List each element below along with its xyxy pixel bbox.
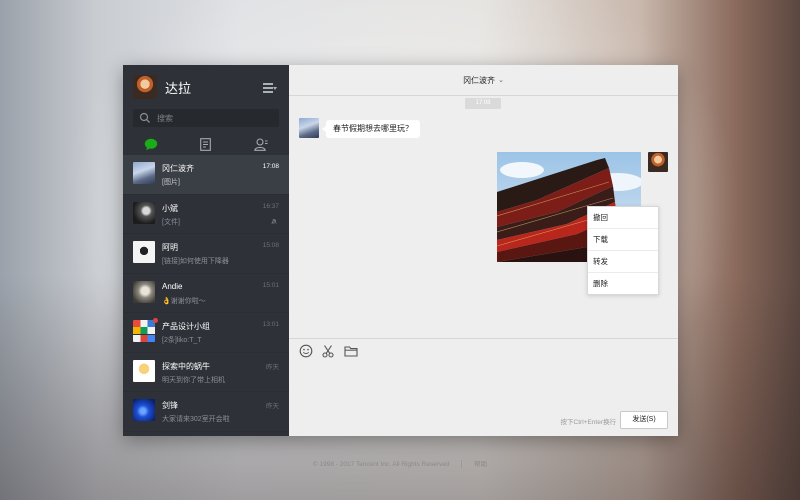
chat-header[interactable]: 冈仁波齐 ⌄ (289, 65, 678, 96)
chevron-down-icon[interactable]: ⌄ (498, 76, 504, 84)
conversation-time: 17:08 (262, 163, 279, 170)
conversation-name: 阿明 (162, 243, 178, 252)
menu-item-download[interactable]: 下载 (588, 229, 658, 251)
newline-hint: 按下Ctrl+Enter换行 (560, 419, 616, 426)
avatar (133, 241, 155, 263)
avatar (133, 280, 155, 303)
menu-icon[interactable] (263, 83, 277, 93)
wechat-window: 达拉 搜索 冈仁波齐 [图片] 17:08 小斌 [文件] 16:37 阿明 [… (123, 65, 678, 436)
avatar (133, 320, 155, 342)
avatar[interactable] (133, 75, 157, 99)
menu-item-recall[interactable]: 撤回 (588, 207, 658, 229)
conversation-item[interactable]: Andie 👌谢谢你啦～ 15:01 (123, 274, 289, 313)
conversation-name: Andie (162, 281, 183, 291)
incoming-message[interactable]: 春节假期想去哪里玩？ (322, 120, 420, 138)
scissors-icon[interactable] (321, 344, 335, 358)
menu-item-forward[interactable]: 转发 (588, 251, 658, 273)
document-icon (200, 137, 212, 151)
avatar[interactable] (299, 118, 319, 138)
avatar (133, 359, 155, 382)
search-box[interactable] (133, 109, 279, 127)
conversation-item[interactable]: 探索中的蜗牛 明天到你了带上相机 昨天 (123, 353, 289, 392)
footer: © 1998 - 2017 Tencent Inc. All Rights Re… (0, 458, 800, 469)
time-separator: 17:08 (465, 98, 501, 109)
conversation-preview: [图片] (162, 179, 180, 186)
conversation-item[interactable]: 产品设计小组 [2条]liko:T_T 13:01 (123, 313, 289, 353)
emoji-icon[interactable] (299, 344, 313, 358)
conversation-preview: 大家请来302室开会啦 (162, 416, 230, 423)
conversation-item[interactable]: 冈仁波齐 [图片] 17:08 (123, 155, 289, 195)
search-icon (139, 112, 150, 123)
conversation-time: 昨天 (266, 363, 279, 371)
conversation-time: 16:37 (262, 202, 279, 210)
avatar (133, 201, 155, 224)
sidebar-tabs (123, 133, 289, 155)
chat-bubble-icon (144, 138, 157, 150)
conversation-preview: 明天到你了带上相机 (162, 376, 225, 384)
copyright-text: © 1998 - 2017 Tencent Inc. All Rights Re… (312, 461, 450, 468)
avatar (133, 162, 155, 184)
avatar[interactable] (648, 152, 668, 172)
help-link[interactable]: 帮助 (474, 461, 487, 468)
conversation-name: 产品设计小组 (162, 322, 210, 331)
mute-icon (270, 218, 278, 225)
chat-title: 冈仁波齐 (463, 75, 496, 85)
conversation-time: 昨天 (266, 403, 279, 410)
chat-panel: 冈仁波齐 ⌄ 17:08 春节假期想去哪里玩？ 撤回 下载 转发 删除 按下Ct… (289, 65, 678, 436)
menu-item-delete[interactable]: 删除 (588, 273, 658, 294)
contacts-icon (254, 137, 268, 151)
footer-divider (461, 460, 463, 469)
conversation-preview: [链接]如何使用下降器 (162, 258, 229, 265)
conversation-time: 15:01 (262, 281, 279, 289)
conversation-preview: [2条]liko:T_T (162, 337, 202, 344)
conversation-time: 15:08 (262, 242, 279, 249)
folder-icon[interactable] (344, 344, 358, 358)
unread-badge (153, 318, 158, 323)
avatar (133, 399, 155, 421)
conversation-item[interactable]: 剑锋 大家请来302室开会啦 昨天 (123, 392, 289, 432)
conversation-time: 13:01 (262, 321, 279, 328)
tab-chats[interactable] (123, 133, 178, 155)
conversation-item[interactable]: 阿明 [链接]如何使用下降器 15:08 (123, 234, 289, 274)
conversation-preview: [文件] (162, 218, 180, 226)
conversation-list: 冈仁波齐 [图片] 17:08 小斌 [文件] 16:37 阿明 [链接]如何使… (123, 155, 289, 432)
composer-divider (289, 338, 678, 339)
profile-name: 达拉 (165, 80, 192, 96)
tab-contacts[interactable] (234, 133, 289, 155)
send-button[interactable]: 发送(S) (620, 411, 668, 429)
conversation-item[interactable]: 小斌 [文件] 16:37 (123, 195, 289, 234)
tab-favorites[interactable] (178, 133, 233, 155)
conversation-name: 冈仁波齐 (162, 164, 194, 173)
conversation-preview: 👌谢谢你啦～ (162, 297, 206, 305)
conversation-name: 探索中的蜗牛 (162, 361, 210, 371)
sidebar: 达拉 搜索 冈仁波齐 [图片] 17:08 小斌 [文件] 16:37 阿明 [… (123, 65, 289, 436)
context-menu: 撤回 下载 转发 删除 (587, 206, 659, 295)
search-input[interactable] (155, 112, 269, 124)
conversation-name: 剑锋 (162, 401, 178, 410)
profile[interactable]: 达拉 (133, 75, 191, 99)
conversation-name: 小斌 (162, 203, 178, 213)
